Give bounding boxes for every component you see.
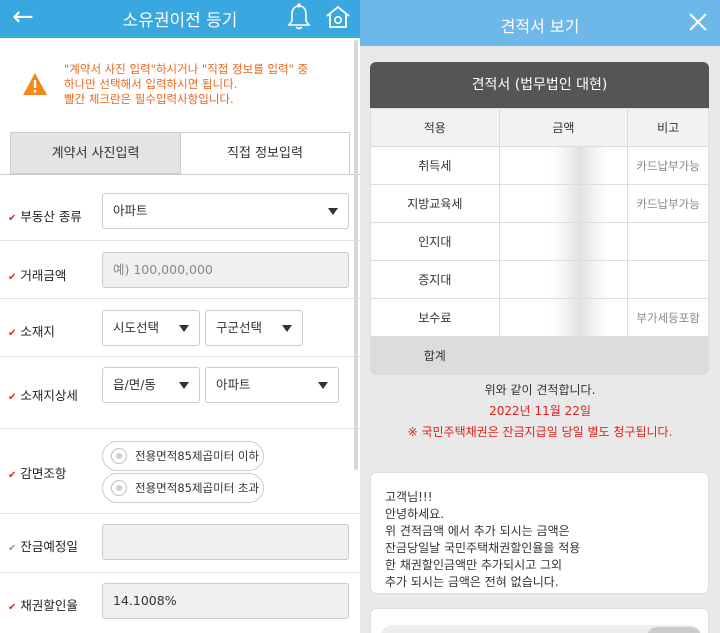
warning-icon bbox=[23, 73, 47, 95]
col-header-note: 비고 bbox=[627, 108, 709, 147]
row-note: 카드납부가능 bbox=[627, 146, 709, 185]
row-amount-blurred bbox=[498, 298, 629, 337]
apartment-select[interactable]: 아파트 bbox=[205, 367, 339, 403]
bell-icon[interactable] bbox=[286, 3, 312, 31]
label-property-type: 부동산 종류 bbox=[20, 209, 82, 224]
row-note: 부가세등포함 bbox=[627, 298, 709, 337]
label-location: 소재지 bbox=[20, 324, 55, 339]
bottom-action-box bbox=[370, 608, 709, 633]
row-note bbox=[627, 260, 709, 299]
bond-rate-input[interactable]: 14.1008% bbox=[102, 583, 349, 619]
required-check-icon: ✔ bbox=[8, 213, 17, 224]
property-type-select[interactable]: 아파트 bbox=[102, 193, 349, 229]
top-header: ← 소유권이전 등기 bbox=[0, 0, 360, 38]
dong-select[interactable]: 읍/면/동 bbox=[102, 367, 200, 403]
left-panel: ← 소유권이전 등기 "계약서 사진 입력"하시거나 "직접 정보를 입력" 중… bbox=[0, 0, 360, 633]
table-header-row: 적용 금액 비고 bbox=[370, 108, 709, 147]
table-total-row: 합계 bbox=[370, 336, 709, 375]
tab-photo-input[interactable]: 계약서 사진입력 bbox=[10, 132, 180, 174]
chevron-down-icon bbox=[179, 382, 189, 389]
col-header-amount: 금액 bbox=[498, 108, 629, 147]
estimate-date: 2022년 11월 22일 bbox=[489, 404, 591, 418]
scrollbar[interactable] bbox=[354, 40, 358, 470]
row-note bbox=[627, 222, 709, 261]
row-amount-blurred bbox=[498, 222, 629, 261]
col-header-item: 적용 bbox=[370, 108, 500, 147]
estimate-modal: 견적서 보기 견적서 (법무법인 대현) 적용 금액 비고 취득세 카드납부가능… bbox=[360, 0, 720, 633]
message-line: 위 견적금액 에서 추가 되시는 금액은 bbox=[385, 524, 570, 538]
row-item: 인지대 bbox=[370, 222, 500, 261]
row-balance-date: ✔ 잔금예정일 bbox=[0, 514, 360, 573]
label-balance-date: 잔금예정일 bbox=[20, 539, 78, 554]
row-price: ✔ 거래금액 예) 100,000,000 bbox=[0, 241, 360, 299]
row-item: 증지대 bbox=[370, 260, 500, 299]
message-line: 고객님!!! bbox=[385, 490, 433, 504]
optional-check-icon: ✔ bbox=[8, 543, 17, 554]
required-check-icon: ✔ bbox=[8, 272, 17, 283]
sido-select[interactable]: 시도선택 bbox=[102, 310, 200, 346]
table-row: 보수료 부가세등포함 bbox=[370, 298, 709, 337]
reduction-option-over85[interactable]: 전용면적85제곱미터 초과 bbox=[102, 473, 264, 503]
row-location-detail: ✔ 소재지상세 읍/면/동 아파트 bbox=[0, 357, 360, 429]
required-check-icon: ✔ bbox=[8, 470, 17, 481]
reduction-option-under85[interactable]: 전용면적85제곱미터 이하 bbox=[102, 441, 264, 471]
row-item: 취득세 bbox=[370, 146, 500, 185]
bond-notice: ※ 국민주택채권은 잔금지급일 당일 별도 청구됩니다. bbox=[407, 425, 673, 439]
radio-icon bbox=[111, 480, 127, 496]
row-property-type: ✔ 부동산 종류 아파트 bbox=[0, 175, 360, 241]
message-line: 잔금당일날 국민주택채권할인율을 적용 bbox=[385, 541, 581, 555]
row-amount-blurred bbox=[498, 184, 629, 223]
balance-date-input[interactable] bbox=[102, 524, 349, 560]
table-row: 취득세 카드납부가능 bbox=[370, 146, 709, 185]
estimate-card: 견적서 (법무법인 대현) 적용 금액 비고 취득세 카드납부가능 지방교육세 … bbox=[370, 62, 709, 375]
radio-icon bbox=[111, 448, 127, 464]
total-label: 합계 bbox=[370, 336, 500, 375]
notice-line-2: 하나만 선택해서 입력하시면 됩니다. bbox=[64, 77, 238, 91]
modal-title: 견적서 보기 bbox=[500, 17, 580, 36]
modal-header: 견적서 보기 bbox=[360, 0, 720, 46]
required-check-icon: ✔ bbox=[8, 602, 17, 613]
close-icon[interactable] bbox=[686, 10, 710, 34]
required-check-icon: ✔ bbox=[8, 392, 17, 403]
row-item: 지방교육세 bbox=[370, 184, 500, 223]
chevron-down-icon bbox=[318, 382, 328, 389]
row-location: ✔ 소재지 시도선택 구군선택 bbox=[0, 299, 360, 357]
notice-line-3: 빨간 체크란은 필수입력사항입니다. bbox=[64, 92, 234, 106]
table-row: 인지대 bbox=[370, 222, 709, 261]
estimate-statement: 위와 같이 견적합니다. bbox=[484, 383, 596, 397]
row-amount-blurred bbox=[498, 260, 629, 299]
chevron-down-icon bbox=[328, 208, 338, 215]
required-check-icon: ✔ bbox=[8, 328, 17, 339]
message-line: 추가 되시는 금액은 전혀 없습니다. bbox=[385, 575, 559, 589]
label-price: 거래금액 bbox=[20, 268, 67, 283]
tab-direct-input[interactable]: 직접 정보입력 bbox=[180, 132, 350, 174]
label-location-detail: 소재지상세 bbox=[20, 388, 78, 403]
row-note: 카드납부가능 bbox=[627, 184, 709, 223]
estimate-card-title: 견적서 (법무법인 대현) bbox=[370, 62, 709, 108]
label-reduction: 감면조항 bbox=[20, 466, 67, 481]
chevron-down-icon bbox=[282, 325, 292, 332]
bottom-button[interactable] bbox=[647, 627, 701, 633]
table-row: 지방교육세 카드납부가능 bbox=[370, 184, 709, 223]
message-line: 한 채권할인금액만 추가되시고 그외 bbox=[385, 558, 563, 572]
notice-line-1: "계약서 사진 입력"하시거나 "직접 정보를 입력" 중 bbox=[64, 62, 309, 76]
row-amount-blurred bbox=[498, 146, 629, 185]
gugun-select[interactable]: 구군선택 bbox=[205, 310, 303, 346]
table-row: 증지대 bbox=[370, 260, 709, 299]
home-icon[interactable] bbox=[324, 3, 352, 31]
total-amount-blurred bbox=[498, 336, 629, 375]
row-bond-rate: ✔ 채권할인율 14.1008% bbox=[0, 573, 360, 633]
chevron-down-icon bbox=[179, 325, 189, 332]
estimate-table: 적용 금액 비고 취득세 카드납부가능 지방교육세 카드납부가능 인지대 증지대 bbox=[370, 108, 709, 375]
customer-message-box: 고객님!!! 안녕하세요. 위 견적금액 에서 추가 되시는 금액은 잔금당일날… bbox=[370, 472, 709, 594]
label-bond-rate: 채권할인율 bbox=[20, 598, 78, 613]
message-line: 안녕하세요. bbox=[385, 507, 445, 521]
row-reduction: ✔ 감면조항 전용면적85제곱미터 이하 전용면적85제곱미터 초과 bbox=[0, 429, 360, 514]
input-mode-tabs: 계약서 사진입력 직접 정보입력 bbox=[10, 132, 350, 174]
row-item: 보수료 bbox=[370, 298, 500, 337]
price-input[interactable]: 예) 100,000,000 bbox=[102, 252, 349, 288]
